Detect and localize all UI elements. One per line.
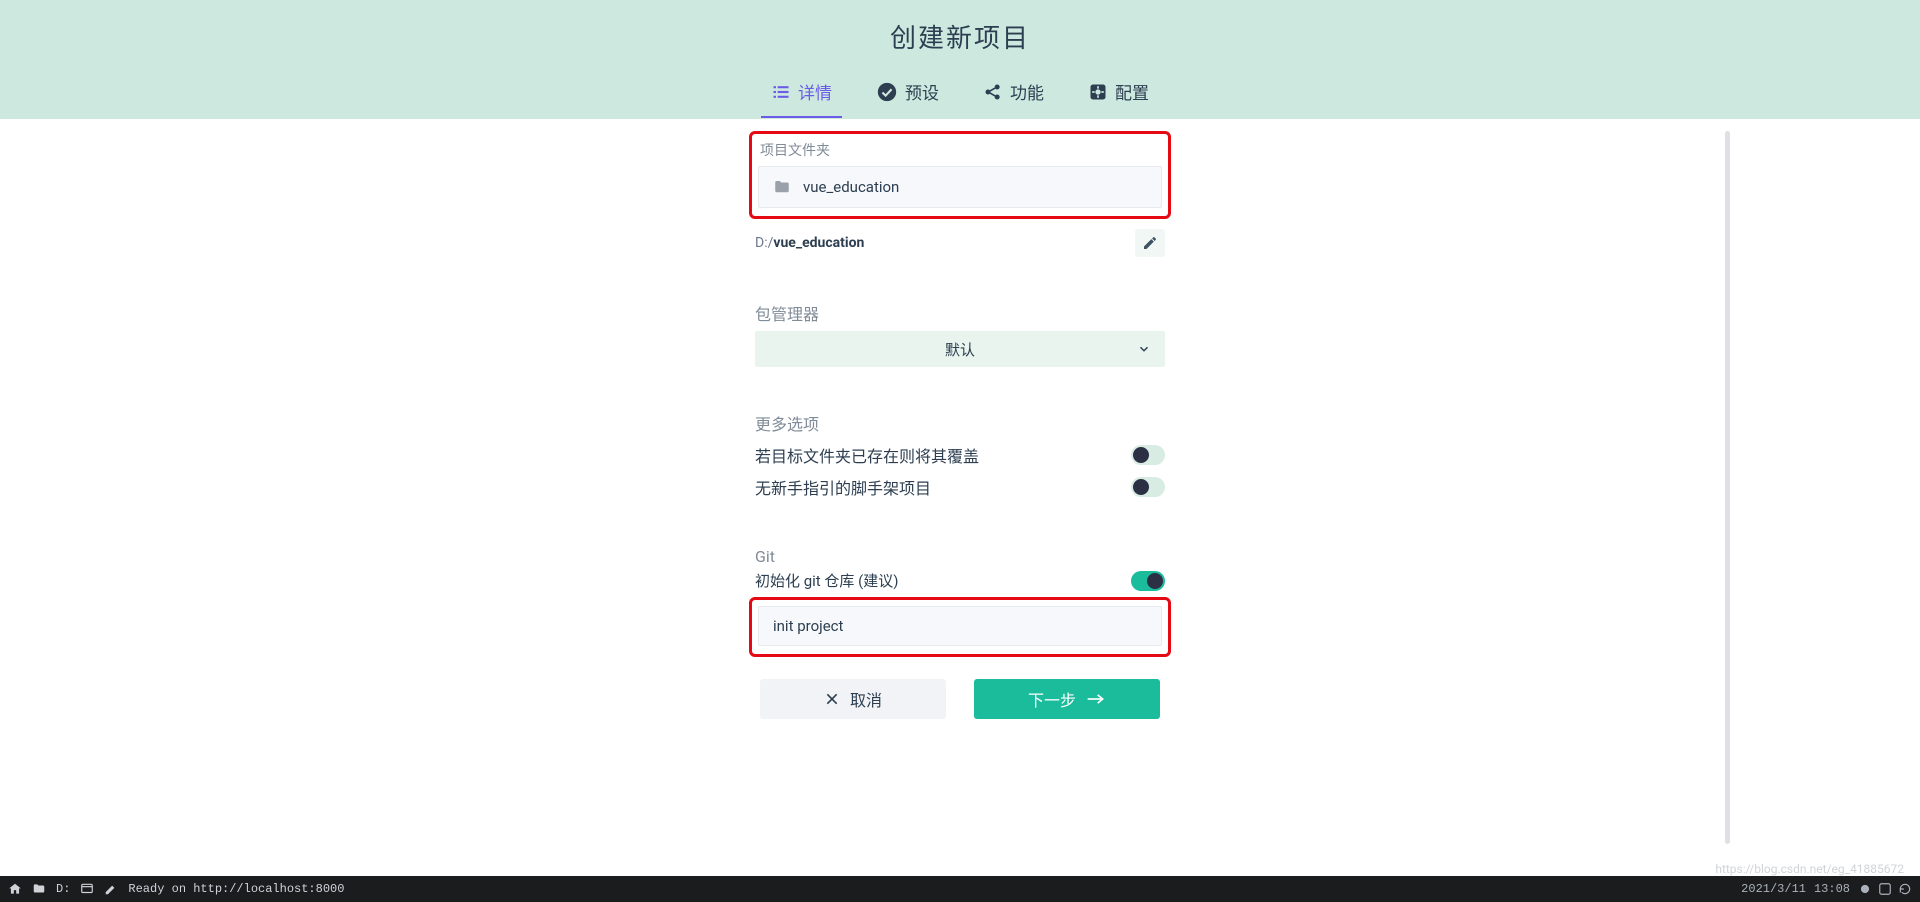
tab-label: 配置 — [1115, 79, 1149, 104]
bare-toggle[interactable] — [1131, 477, 1165, 497]
project-path-name: vue_education — [773, 235, 864, 251]
status-right-icons — [1858, 882, 1912, 896]
tab-label: 详情 — [798, 79, 832, 104]
status-right: 2021/3/11 13:08 — [1741, 882, 1912, 896]
status-left: D: Ready on http://localhost:8000 — [8, 882, 344, 896]
project-path-prefix: D:/ — [755, 235, 773, 251]
bare-option-label: 无新手指引的脚手架项目 — [755, 475, 931, 499]
list-icon — [771, 82, 791, 102]
settings-app-icon — [1088, 82, 1108, 102]
overwrite-option-row: 若目标文件夹已存在则将其覆盖 — [755, 439, 1165, 471]
project-folder-label: 项目文件夹 — [760, 140, 1162, 160]
chevron-down-icon — [1137, 342, 1151, 356]
home-icon[interactable] — [8, 882, 22, 896]
theme-icon[interactable] — [1858, 882, 1872, 896]
status-drive: D: — [56, 882, 70, 896]
git-heading: Git — [755, 547, 1165, 566]
overwrite-option-label: 若目标文件夹已存在则将其覆盖 — [755, 443, 979, 467]
tab-presets[interactable]: 预设 — [872, 69, 943, 118]
form-content: 项目文件夹 D:/vue_education 包管理器 默认 — [755, 131, 1165, 719]
next-button[interactable]: 下一步 — [974, 679, 1160, 719]
annotation-box-git — [749, 597, 1171, 657]
bare-option-row: 无新手指引的脚手架项目 — [755, 471, 1165, 503]
content-scroll[interactable]: 项目文件夹 D:/vue_education 包管理器 默认 — [0, 119, 1920, 856]
close-icon — [824, 691, 840, 707]
tab-label: 功能 — [1010, 79, 1044, 104]
terminal-icon[interactable] — [80, 882, 94, 896]
package-manager-select[interactable]: 默认 — [755, 331, 1165, 367]
more-options-heading: 更多选项 — [755, 411, 1165, 435]
status-time: 13:08 — [1814, 882, 1850, 896]
refresh-icon[interactable] — [1898, 882, 1912, 896]
button-row: 取消 下一步 — [755, 679, 1165, 719]
pencil-icon[interactable] — [104, 882, 118, 896]
translate-icon[interactable] — [1878, 882, 1892, 896]
project-folder-input[interactable] — [803, 178, 1147, 196]
project-path: D:/vue_education — [755, 235, 864, 251]
git-init-toggle[interactable] — [1131, 571, 1165, 591]
watermark: https://blog.csdn.net/eg_41885672 — [1715, 862, 1904, 876]
folder-icon — [773, 178, 791, 196]
overwrite-toggle[interactable] — [1131, 445, 1165, 465]
tabs: 详情 预设 功能 配置 — [0, 69, 1920, 119]
tab-features[interactable]: 功能 — [979, 69, 1048, 118]
status-ready: Ready on http://localhost:8000 — [128, 882, 344, 896]
cancel-button[interactable]: 取消 — [760, 679, 946, 719]
page-title: 创建新项目 — [0, 18, 1920, 69]
git-commit-input-wrap — [758, 606, 1162, 646]
statusbar: D: Ready on http://localhost:8000 2021/3… — [0, 876, 1920, 902]
git-section: Git 初始化 git 仓库 (建议) — [755, 547, 1165, 657]
git-init-row: 初始化 git 仓库 (建议) — [755, 570, 1165, 591]
annotation-box-folder: 项目文件夹 — [749, 131, 1171, 219]
status-datetime: 2021/3/11 — [1741, 882, 1806, 896]
git-commit-input[interactable] — [773, 617, 1147, 635]
arrow-right-icon — [1086, 692, 1106, 706]
folder-icon[interactable] — [32, 882, 46, 896]
project-path-row: D:/vue_education — [755, 229, 1165, 257]
tab-details[interactable]: 详情 — [767, 69, 836, 118]
package-manager-label: 包管理器 — [755, 301, 1165, 325]
project-folder-input-wrap — [758, 166, 1162, 208]
tab-label: 预设 — [905, 79, 939, 104]
package-manager-value: 默认 — [945, 339, 975, 360]
git-init-label: 初始化 git 仓库 (建议) — [755, 570, 899, 591]
edit-path-button[interactable] — [1135, 229, 1165, 257]
header: 创建新项目 详情 预设 功能 配置 — [0, 0, 1920, 119]
check-circle-icon — [876, 81, 898, 103]
next-button-label: 下一步 — [1028, 687, 1076, 711]
scrollbar[interactable] — [1725, 131, 1730, 844]
tab-config[interactable]: 配置 — [1084, 69, 1153, 118]
share-icon — [983, 82, 1003, 102]
cancel-button-label: 取消 — [850, 687, 882, 711]
